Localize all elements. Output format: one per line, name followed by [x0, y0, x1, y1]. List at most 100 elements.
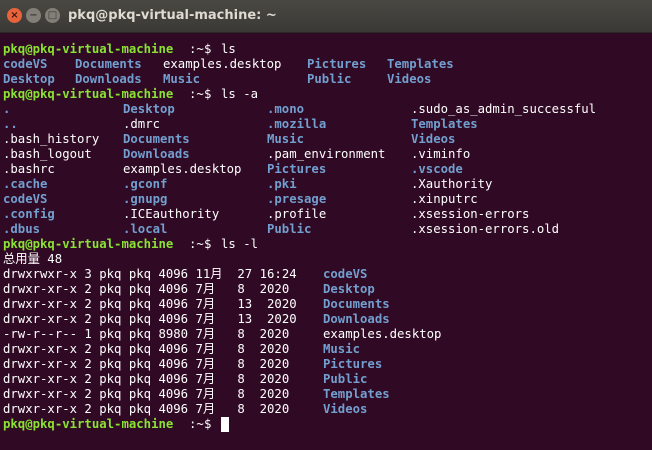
file-entry: .xsession-errors [411, 207, 530, 221]
dir-entry: .gconf [123, 177, 168, 191]
dir-entry: Templates [387, 57, 454, 71]
prompt-line: pkq@pkq-virtual-machine :~ $ [3, 417, 229, 432]
ls-l-row: drwxr-xr-x 2 pkq pkq 4096 7月 8 2020 Desk… [3, 282, 375, 297]
dir-entry: Documents [75, 57, 142, 71]
file-meta: drwxr-xr-x 2 pkq pkq 4096 7月 8 2020 [3, 282, 297, 296]
ls-output-row: Desktop Downloads Music Public Videos [3, 72, 431, 87]
file-entry: examples.desktop [323, 327, 442, 341]
file-entry: .pam_environment [267, 147, 386, 161]
minimize-button[interactable]: − [26, 8, 41, 23]
ls-output-row: codeVS Documents examples.desktop Pictur… [3, 57, 454, 72]
ls-a-row: .config .ICEauthority .profile .xsession… [3, 207, 529, 222]
file-meta: drwxr-xr-x 2 pkq pkq 4096 7月 8 2020 [3, 372, 297, 386]
ls-l-row: drwxrwxr-x 3 pkq pkq 4096 11月 27 16:24 c… [3, 267, 367, 282]
dir-entry: .presage [267, 192, 327, 206]
file-meta: drwxr-xr-x 2 pkq pkq 4096 7月 8 2020 [3, 387, 297, 401]
prompt-path: :~ [189, 237, 204, 251]
ls-a-row: .bashrc examples.desktop Pictures .vscod… [3, 162, 463, 177]
ls-a-row: .dbus .local Public .xsession-errors.old [3, 222, 559, 237]
ls-a-row: .cache .gconf .pki .Xauthority [3, 177, 492, 192]
dir-entry: Templates [411, 117, 478, 131]
ls-l-total: 总用量 48 [3, 252, 62, 267]
ls-a-row: codeVS .gnupg .presage .xinputrc [3, 192, 478, 207]
title-bar[interactable]: × − □ pkq@pkq-virtual-machine: ~ [0, 0, 652, 33]
prompt-user-host: pkq@pkq-virtual-machine [3, 417, 174, 431]
close-button[interactable]: × [7, 8, 22, 23]
prompt-symbol: $ [204, 417, 219, 431]
dir-entry: .mono [267, 102, 305, 116]
file-entry: .viminfo [411, 147, 471, 161]
prompt-line: pkq@pkq-virtual-machine :~ $ ls -l [3, 237, 258, 252]
window-title: pkq@pkq-virtual-machine: ~ [68, 8, 277, 23]
maximize-button[interactable]: □ [45, 8, 60, 23]
dir-entry: Public [323, 372, 368, 386]
dir-entry: codeVS [3, 192, 48, 206]
dir-entry: .dbus [3, 222, 41, 236]
ls-l-row: drwxr-xr-x 2 pkq pkq 4096 7月 8 2020 Temp… [3, 387, 390, 402]
dir-entry: Documents [323, 297, 390, 311]
prompt-path: :~ [189, 42, 204, 56]
command-text: ls -l [221, 237, 259, 251]
dir-entry: Music [267, 132, 305, 146]
file-meta: drwxr-xr-x 2 pkq pkq 4096 7月 8 2020 [3, 357, 297, 371]
file-entry: .profile [267, 207, 327, 221]
dir-entry: Music [323, 342, 361, 356]
ls-l-row: drwxr-xr-x 2 pkq pkq 4096 7月 13 2020 Dow… [3, 312, 390, 327]
dir-entry: .local [123, 222, 168, 236]
ls-l-row: drwxr-xr-x 2 pkq pkq 4096 7月 8 2020 Musi… [3, 342, 360, 357]
dir-entry: . [3, 102, 11, 116]
dir-entry: .mozilla [267, 117, 327, 131]
dir-entry: Downloads [123, 147, 190, 161]
file-entry: .xinputrc [411, 192, 478, 206]
ls-a-row: .bash_history Documents Music Videos [3, 132, 455, 147]
ls-l-row: -rw-r--r-- 1 pkq pkq 8980 7月 8 2020 exam… [3, 327, 441, 342]
dir-entry: codeVS [3, 57, 48, 71]
terminal-output[interactable]: pkq@pkq-virtual-machine :~ $ ls codeVS D… [3, 42, 648, 447]
prompt-symbol: $ [204, 42, 219, 56]
file-entry: examples.desktop [163, 57, 282, 71]
file-entry: .sudo_as_admin_successful [411, 102, 597, 116]
ls-a-row: .bash_logout Downloads .pam_environment … [3, 147, 470, 162]
dir-entry: Pictures [267, 162, 327, 176]
ls-a-row: .. .dmrc .mozilla Templates [3, 117, 478, 132]
file-entry: .Xauthority [411, 177, 493, 191]
file-entry: .xsession-errors.old [411, 222, 560, 236]
dir-entry: Desktop [323, 282, 375, 296]
dir-entry: .. [3, 117, 18, 131]
dir-entry: .cache [3, 177, 48, 191]
dir-entry: Desktop [123, 102, 175, 116]
dir-entry: Music [163, 72, 201, 86]
dir-entry: Templates [323, 387, 390, 401]
ls-l-row: drwxr-xr-x 2 pkq pkq 4096 7月 8 2020 Vide… [3, 402, 367, 417]
file-meta: drwxrwxr-x 3 pkq pkq 4096 11月 27 16:24 [3, 267, 305, 281]
text-cursor[interactable] [221, 417, 229, 432]
dir-entry: Videos [387, 72, 432, 86]
dir-entry: .config [3, 207, 55, 221]
command-text: ls [221, 42, 236, 56]
file-meta: drwxr-xr-x 2 pkq pkq 4096 7月 13 2020 [3, 297, 305, 311]
prompt-symbol: $ [204, 87, 219, 101]
terminal-window: × − □ pkq@pkq-virtual-machine: ~ pkq@pkq… [0, 0, 652, 450]
dir-entry: Desktop [3, 72, 55, 86]
file-entry: examples.desktop [123, 162, 242, 176]
file-entry: .bash_history [3, 132, 100, 146]
command-text: ls -a [221, 87, 259, 101]
ls-l-row: drwxr-xr-x 2 pkq pkq 4096 7月 8 2020 Pict… [3, 357, 382, 372]
prompt-user-host: pkq@pkq-virtual-machine [3, 42, 174, 56]
file-entry: .dmrc [123, 117, 161, 131]
ls-l-row: drwxr-xr-x 2 pkq pkq 4096 7月 13 2020 Doc… [3, 297, 390, 312]
ls-a-row: . Desktop .mono .sudo_as_admin_successfu… [3, 102, 596, 117]
dir-entry: Pictures [307, 57, 367, 71]
dir-entry: .vscode [411, 162, 463, 176]
file-entry: .bashrc [3, 162, 55, 176]
dir-entry: Public [267, 222, 312, 236]
file-entry: .bash_logout [3, 147, 92, 161]
dir-entry: Public [307, 72, 352, 86]
prompt-line: pkq@pkq-virtual-machine :~ $ ls -a [3, 87, 258, 102]
file-meta: drwxr-xr-x 2 pkq pkq 4096 7月 13 2020 [3, 312, 305, 326]
file-meta: -rw-r--r-- 1 pkq pkq 8980 7月 8 2020 [3, 327, 297, 341]
file-meta: drwxr-xr-x 2 pkq pkq 4096 7月 8 2020 [3, 402, 297, 416]
dir-entry: Videos [411, 132, 456, 146]
prompt-line: pkq@pkq-virtual-machine :~ $ ls [3, 42, 236, 57]
file-meta: drwxr-xr-x 2 pkq pkq 4096 7月 8 2020 [3, 342, 297, 356]
